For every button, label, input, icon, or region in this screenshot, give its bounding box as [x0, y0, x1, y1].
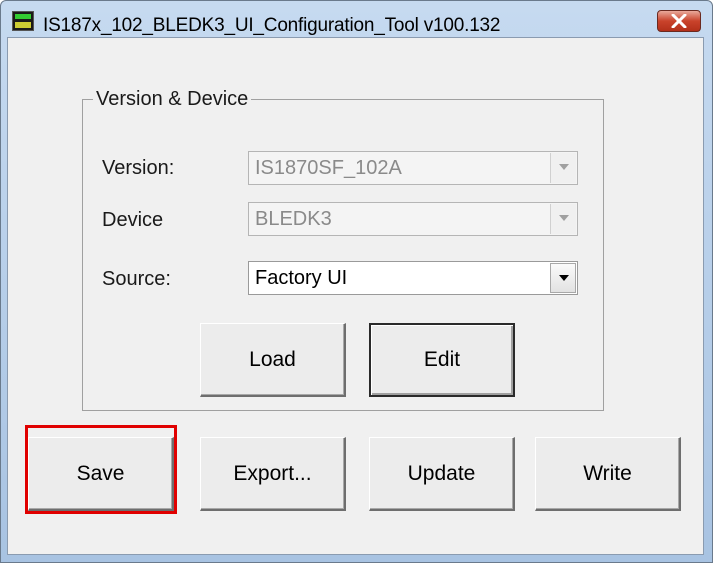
group-title: Version & Device — [93, 88, 252, 111]
version-value: IS1870SF_102A — [255, 157, 402, 179]
chevron-down-icon — [559, 164, 569, 170]
device-dropdown-button[interactable] — [550, 204, 576, 234]
save-button[interactable]: Save — [28, 437, 174, 511]
source-dropdown-button[interactable] — [550, 263, 576, 293]
source-label: Source: — [102, 268, 171, 290]
device-value: BLEDK3 — [255, 208, 332, 230]
device-label: Device — [102, 209, 164, 231]
source-combo[interactable]: Factory UI — [248, 261, 578, 295]
app-icon — [12, 11, 34, 31]
export-button[interactable]: Export... — [200, 437, 346, 511]
chevron-down-icon — [559, 215, 569, 221]
window-title: IS187x_102_BLEDK3_UI_Configuration_Tool … — [43, 15, 501, 36]
edit-button[interactable]: Edit — [369, 323, 515, 397]
close-icon — [671, 14, 687, 28]
version-combo[interactable]: IS1870SF_102A — [248, 151, 578, 185]
version-label: Version: — [102, 157, 175, 179]
title-bar[interactable]: IS187x_102_BLEDK3_UI_Configuration_Tool … — [1, 1, 712, 37]
update-button[interactable]: Update — [369, 437, 515, 511]
version-dropdown-button[interactable] — [550, 153, 576, 183]
device-combo[interactable]: BLEDK3 — [248, 202, 578, 236]
load-button[interactable]: Load — [200, 323, 346, 397]
write-button[interactable]: Write — [535, 437, 681, 511]
chevron-down-icon — [559, 275, 569, 281]
close-button[interactable] — [657, 10, 701, 32]
source-value: Factory UI — [255, 267, 348, 289]
